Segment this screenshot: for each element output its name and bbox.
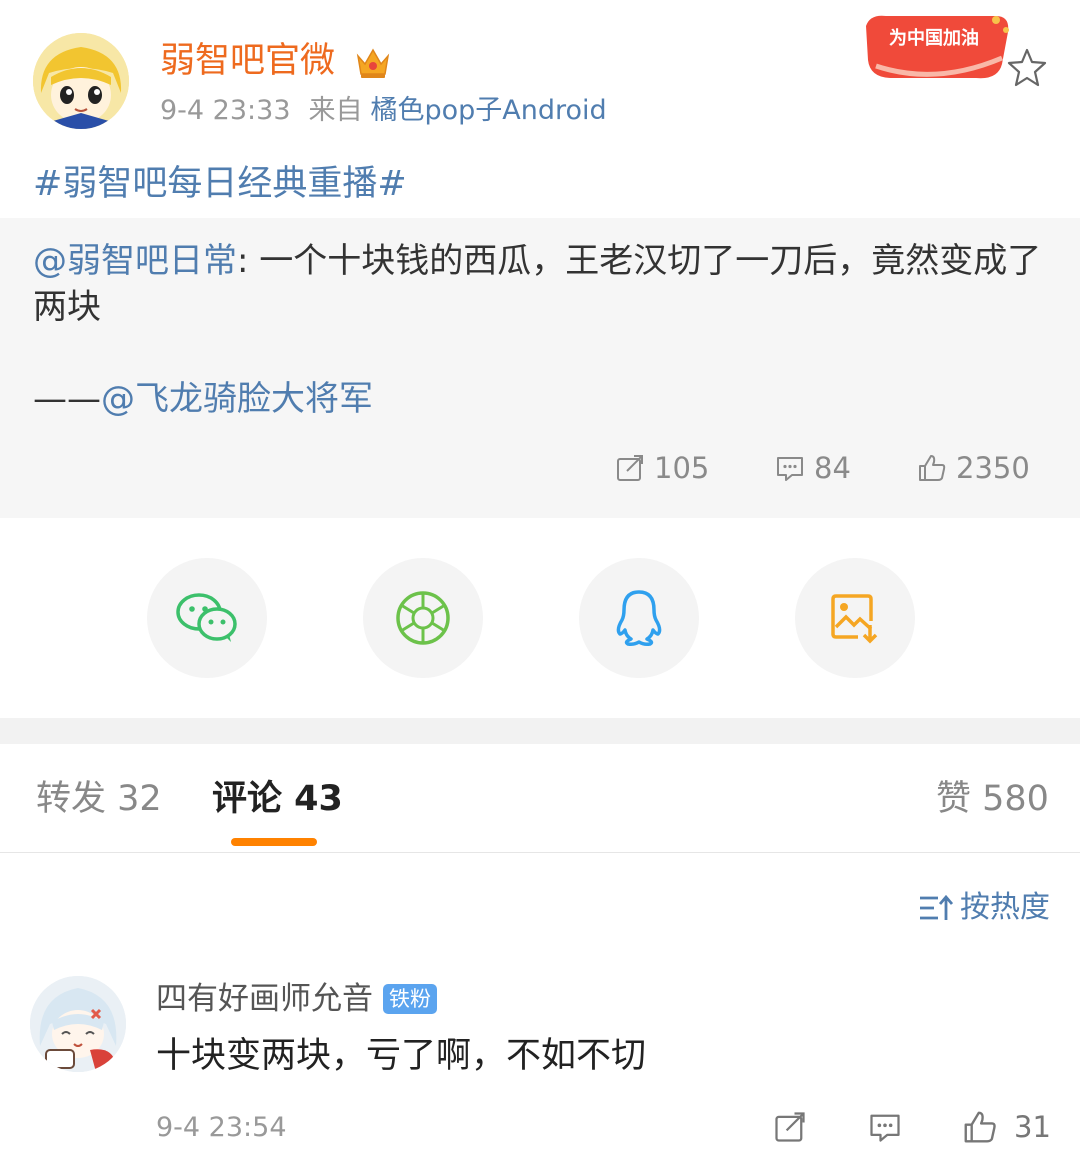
share-wechat-button[interactable] <box>147 558 267 678</box>
repost-icon <box>617 455 643 481</box>
post-topic-hashtag[interactable]: #弱智吧每日经典重播# <box>33 160 407 208</box>
thumbs-up-icon <box>919 455 946 481</box>
cheer-badge-text: 为中国加油 <box>889 27 979 49</box>
from-label: 来自 <box>308 95 363 126</box>
comment-like-button[interactable]: 31 <box>960 1106 1051 1148</box>
post-meta: 9-4 23:33 来自 橘色pop子Android <box>160 92 607 130</box>
retweet-author[interactable]: @弱智吧日常 <box>33 241 237 281</box>
comment-icon <box>777 457 803 481</box>
commenter-name[interactable]: 四有好画师允音 <box>156 978 373 1020</box>
wechat-icon <box>176 593 237 642</box>
favorite-star-icon[interactable] <box>1006 46 1048 88</box>
signature-author[interactable]: @飞龙骑脸大将军 <box>101 379 373 419</box>
share-moments-button[interactable] <box>363 558 483 678</box>
comment-time: 9-4 23:54 <box>156 1112 287 1143</box>
retweet-text: @弱智吧日常: 一个十块钱的西瓜，王老汉切了一刀后，竟然变成了两块 <box>33 238 1043 330</box>
post-time: 9-4 23:33 <box>160 95 291 126</box>
commenter-name-row: 四有好画师允音 铁粉 <box>156 978 437 1020</box>
save-image-icon <box>831 594 878 644</box>
retweet-like-count[interactable]: 2350 <box>916 448 1030 488</box>
tab-reposts[interactable]: 转发 32 <box>36 774 162 824</box>
retweet-signature: ——@飞龙骑脸大将军 <box>33 376 373 422</box>
tab-likes[interactable]: 赞 580 <box>936 774 1049 824</box>
author-avatar[interactable] <box>33 33 129 129</box>
signature-dash: —— <box>33 379 101 419</box>
retweet-comment-count[interactable]: 84 <box>774 448 851 488</box>
fan-badge: 铁粉 <box>383 984 437 1014</box>
comment-reply-button[interactable] <box>866 1106 904 1148</box>
retweet-repost-count[interactable]: 105 <box>614 448 709 488</box>
comment-text: 十块变两块，亏了啊，不如不切 <box>156 1036 647 1076</box>
active-tab-indicator <box>231 838 317 846</box>
sort-toggle[interactable]: 按热度 <box>918 886 1050 930</box>
crown-vip-icon <box>354 44 392 80</box>
post-source[interactable]: 橘色pop子Android <box>371 95 607 126</box>
moments-icon <box>396 591 450 645</box>
tab-bar-divider <box>0 852 1080 853</box>
comment-repost-button[interactable] <box>772 1106 808 1148</box>
section-divider <box>0 718 1080 744</box>
tab-comments[interactable]: 评论 43 <box>212 774 343 824</box>
cheer-badge[interactable]: 为中国加油 <box>856 8 1014 86</box>
repost-icon <box>775 1112 805 1142</box>
commenter-avatar[interactable] <box>30 976 126 1072</box>
sort-label: 按热度 <box>960 890 1050 925</box>
sort-icon <box>920 894 954 920</box>
thumbs-up-icon <box>964 1111 996 1143</box>
author-name[interactable]: 弱智吧官微 <box>160 38 335 84</box>
share-qq-button[interactable] <box>579 558 699 678</box>
save-image-button[interactable] <box>795 558 915 678</box>
qq-icon <box>616 590 662 646</box>
comment-like-count: 31 <box>1014 1110 1051 1144</box>
comment-icon <box>870 1114 900 1142</box>
